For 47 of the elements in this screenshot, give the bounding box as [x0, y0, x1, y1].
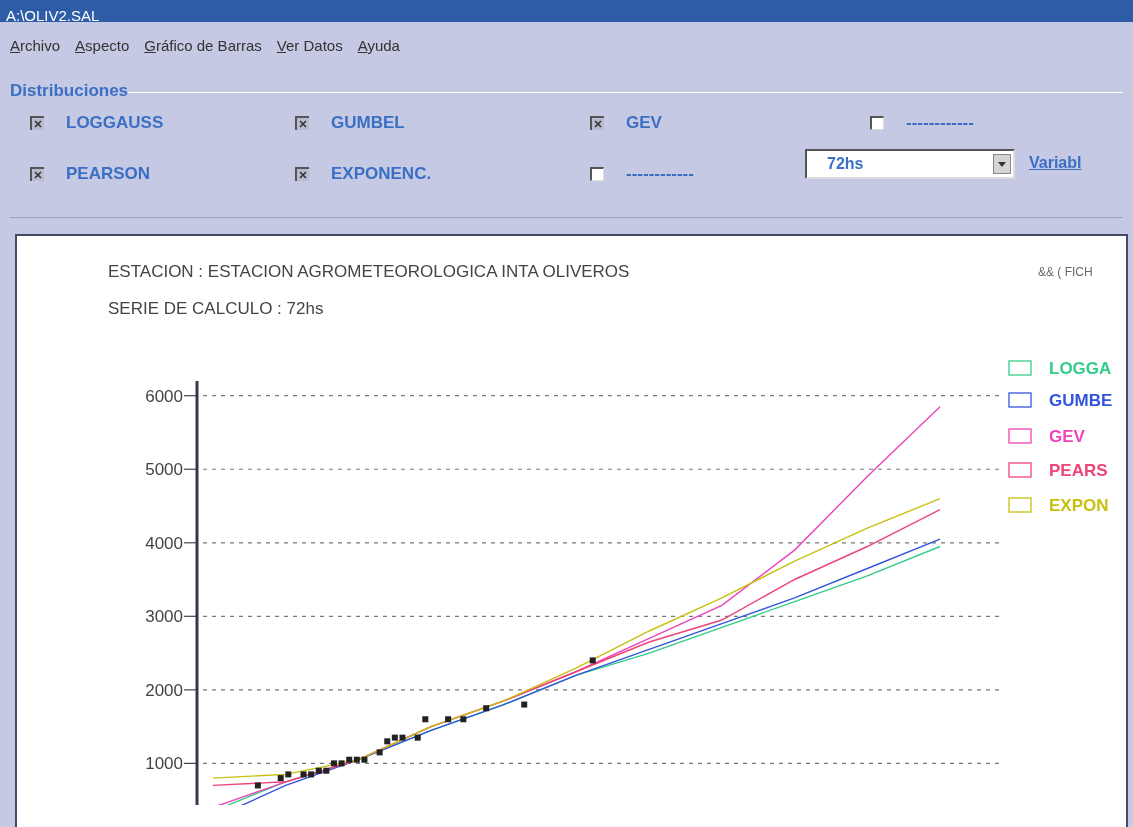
file-note: && ( FICH: [1038, 264, 1093, 281]
legend-label: EXPON: [1049, 496, 1109, 515]
checkbox-label[interactable]: PEARSON: [66, 164, 151, 184]
checkbox[interactable]: [870, 116, 884, 130]
window-title: A:\OLIV2.SAL: [6, 8, 100, 24]
tick-mark: [183, 762, 198, 764]
checkbox[interactable]: [295, 116, 309, 130]
y-tick-label: 5000: [145, 460, 183, 480]
menu-item[interactable]: Archivo: [10, 36, 61, 56]
menu-item[interactable]: Ver Datos: [276, 36, 343, 56]
checkbox-label[interactable]: GEV: [626, 113, 662, 133]
y-tick-label: 2000: [145, 680, 183, 700]
tick-mark: [183, 615, 198, 617]
checkbox-label[interactable]: ------------: [626, 164, 694, 184]
checkbox[interactable]: [30, 167, 44, 181]
legend-label: GUMBE: [1049, 391, 1113, 410]
checkbox[interactable]: [590, 116, 604, 130]
checkbox-label[interactable]: EXPONENC.: [331, 164, 432, 184]
series-heading: SERIE DE CALCULO : 72hs: [108, 299, 325, 319]
station-heading: ESTACION : ESTACION AGROMETEOROLOGICA INTA OLIVEROS: [108, 262, 631, 282]
tick-mark: [183, 395, 198, 397]
legend-label: LOGGA: [1049, 359, 1112, 378]
series-dropdown[interactable]: 72hs: [805, 149, 1015, 179]
tick-mark: [183, 542, 198, 544]
menu-item[interactable]: Aspecto: [75, 36, 130, 56]
menu-item[interactable]: Gráfico de Barras: [144, 36, 262, 56]
checkbox[interactable]: [590, 167, 604, 181]
legend-swatch: [1008, 497, 1032, 513]
y-tick-label: 6000: [145, 386, 183, 406]
legend-swatch: [1008, 428, 1032, 444]
checkbox[interactable]: [295, 167, 309, 181]
menu-item[interactable]: Ayuda: [357, 36, 400, 56]
legend-swatch: [1008, 392, 1032, 408]
y-tick-label: 3000: [145, 607, 183, 627]
tick-mark: [183, 468, 198, 470]
checkbox[interactable]: [30, 116, 44, 130]
checkbox-label[interactable]: LOGGAUSS: [66, 113, 164, 133]
variable-link[interactable]: Variabl: [1029, 151, 1082, 175]
checkbox-label[interactable]: GUMBEL: [331, 113, 405, 133]
y-tick-label: 1000: [145, 754, 183, 774]
checkbox-label[interactable]: ------------: [906, 113, 974, 133]
tick-mark: [183, 689, 198, 691]
legend-swatch: [1008, 462, 1032, 478]
legend-label: PEARS: [1049, 461, 1108, 480]
legend-swatch: [1008, 360, 1032, 376]
y-tick-label: 4000: [145, 533, 183, 553]
legend-label: GEV: [1049, 427, 1085, 446]
